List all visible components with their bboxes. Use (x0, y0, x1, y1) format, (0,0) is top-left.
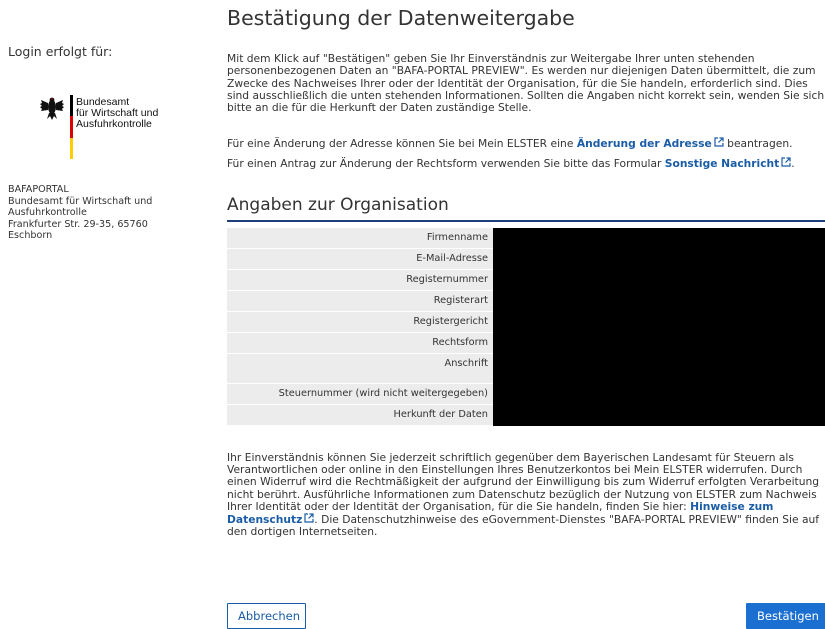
field-label: Rechtsform (227, 332, 493, 354)
redacted-value (493, 404, 825, 426)
organization-address: BAFAPORTAL Bundesamt für Wirtschaft und … (8, 184, 183, 242)
revocation-notice: Ihr Einverständnis können Sie jederzeit … (227, 451, 825, 539)
redacted-value (493, 332, 825, 354)
table-row: Firmenname (227, 228, 825, 249)
organization-data-table: Firmenname E-Mail-Adresse Registernummer… (227, 228, 825, 426)
confirm-button[interactable]: Bestätigen (746, 603, 825, 629)
address-line: Bundesamt für Wirtschaft und (8, 195, 153, 207)
table-row: Anschrift (227, 353, 825, 384)
page-title: Bestätigung der Datenweitergabe (227, 6, 575, 30)
table-row: Rechtsform (227, 332, 825, 354)
field-label: Registergericht (227, 311, 493, 333)
address-line: Eschborn (8, 230, 53, 241)
bafa-logo: Bundesamt für Wirtschaft und Ausfuhrkont… (40, 95, 200, 159)
address-line: Ausfuhrkontrolle (8, 207, 87, 218)
external-link-icon (781, 157, 791, 167)
legal-form-change-text: Für einen Antrag zur Änderung der Rechts… (227, 157, 795, 170)
other-message-link-label: Sonstige Nachricht (664, 157, 780, 170)
address-change-link-label: Änderung der Adresse (576, 137, 712, 150)
redacted-value (493, 290, 825, 312)
table-row: Registerart (227, 290, 825, 312)
section-divider (227, 220, 825, 222)
federal-eagle-icon (40, 97, 64, 120)
other-message-link[interactable]: Sonstige Nachricht (665, 157, 792, 170)
address-change-link[interactable]: Änderung der Adresse (577, 137, 724, 150)
address-line: Frankfurter Str. 29-35, 65760 (8, 218, 148, 230)
table-row: Herkunft der Daten (227, 404, 825, 426)
redacted-value (493, 248, 825, 270)
revocation-text-end: . Die Datenschutzhinweise des eGovernmen… (227, 513, 820, 539)
field-label: Steuernummer (wird nicht weitergegeben) (227, 383, 493, 405)
redacted-value (493, 311, 825, 333)
address-change-suffix: beantragen. (723, 137, 793, 150)
redacted-value (493, 353, 825, 384)
intro-text: Mit dem Klick auf "Bestätigen" geben Sie… (227, 52, 825, 115)
redacted-value (493, 269, 825, 291)
field-label: Anschrift (227, 353, 493, 384)
redacted-value (493, 383, 825, 405)
address-line: BAFAPORTAL (8, 184, 69, 195)
section-title-organization: Angaben zur Organisation (227, 195, 449, 215)
login-label: Login erfolgt für: (8, 44, 113, 59)
logo-line: Ausfuhrkontrolle (76, 118, 152, 130)
address-change-prefix: Für eine Änderung der Adresse können Sie… (227, 137, 577, 150)
table-row: Registergericht (227, 311, 825, 333)
external-link-icon (304, 513, 314, 523)
field-label: Registernummer (227, 269, 493, 291)
address-change-text: Für eine Änderung der Adresse können Sie… (227, 137, 793, 150)
logo-text: Bundesamt für Wirtschaft und Ausfuhrkont… (76, 97, 158, 130)
field-label: E-Mail-Adresse (227, 248, 493, 270)
redacted-value (493, 228, 825, 249)
table-row: Registernummer (227, 269, 825, 291)
table-row: Steuernummer (wird nicht weitergegeben) (227, 383, 825, 405)
field-label: Registerart (227, 290, 493, 312)
field-label: Firmenname (227, 228, 493, 249)
german-flag-stripe (70, 95, 73, 159)
external-link-icon (714, 137, 724, 147)
legal-form-change-suffix: . (791, 157, 795, 170)
table-row: E-Mail-Adresse (227, 248, 825, 270)
field-label: Herkunft der Daten (227, 404, 493, 426)
legal-form-change-prefix: Für einen Antrag zur Änderung der Rechts… (227, 157, 665, 170)
cancel-button[interactable]: Abbrechen (227, 603, 306, 629)
